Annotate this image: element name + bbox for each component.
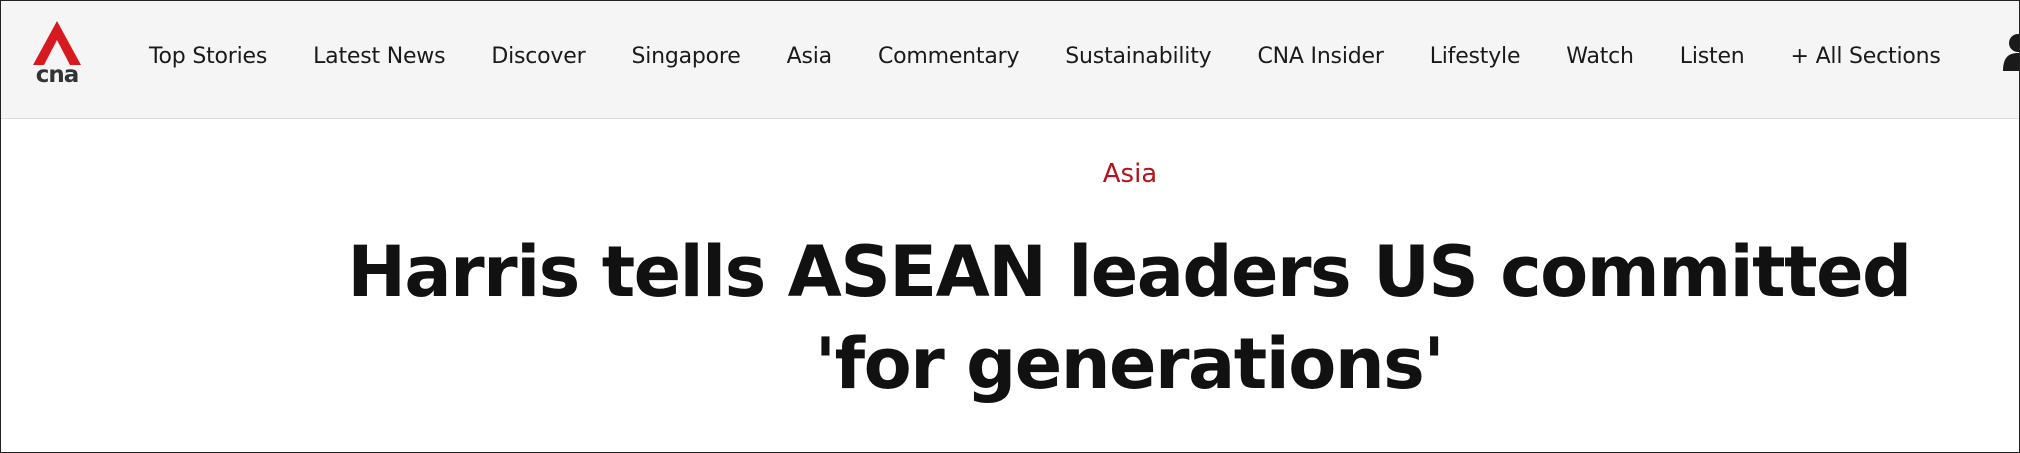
cna-logo[interactable]: cna — [31, 19, 83, 87]
nav-item-singapore[interactable]: Singapore — [631, 44, 740, 69]
article-category-link[interactable]: Asia — [1, 159, 2019, 189]
main-nav: Top Stories Latest News Discover Singapo… — [149, 36, 1987, 76]
nav-item-cna-insider[interactable]: CNA Insider — [1257, 44, 1383, 69]
site-header: cna Top Stories Latest News Discover Sin… — [1, 1, 2019, 119]
nav-item-latest-news[interactable]: Latest News — [313, 44, 445, 69]
nav-item-listen[interactable]: Listen — [1680, 44, 1745, 69]
nav-item-asia[interactable]: Asia — [787, 44, 833, 69]
nav-item-discover[interactable]: Discover — [491, 44, 585, 69]
nav-item-watch[interactable]: Watch — [1566, 44, 1634, 69]
nav-item-all-sections[interactable]: + All Sections — [1791, 44, 1941, 69]
nav-item-sustainability[interactable]: Sustainability — [1065, 44, 1211, 69]
nav-item-lifestyle[interactable]: Lifestyle — [1430, 44, 1521, 69]
article-headline: Harris tells ASEAN leaders US committed … — [347, 231, 1912, 405]
logo-text: cna — [35, 62, 80, 88]
page-frame: cna Top Stories Latest News Discover Sin… — [0, 0, 2020, 453]
cna-logo-icon — [33, 21, 81, 65]
nav-item-top-stories[interactable]: Top Stories — [149, 44, 267, 69]
nav-item-commentary[interactable]: Commentary — [878, 44, 1020, 69]
user-icon[interactable] — [2003, 31, 2019, 71]
